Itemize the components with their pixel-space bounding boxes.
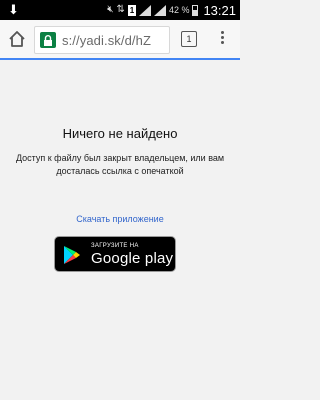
status-bar: ⬇ 🔇︎ ⇅ 1 42 % 13:21 [0, 0, 240, 20]
status-icons: 🔇︎ ⇅ 1 42 % 13:21 [107, 0, 236, 20]
download-app-link[interactable]: Скачать приложение [0, 214, 240, 224]
google-play-big-text: Google play [91, 250, 174, 267]
data-arrows-icon: ⇅ [116, 4, 125, 15]
google-play-small-text: ЗАГРУЗИТЕ НА [91, 243, 139, 249]
battery-percent: 42 % [168, 5, 190, 15]
battery-icon [192, 4, 199, 16]
google-play-badge[interactable]: ЗАГРУЗИТЕ НА Google play [54, 236, 176, 272]
signal-icon [138, 4, 151, 16]
browser-toolbar: s://yadi.sk/d/hZ 1 [0, 20, 240, 60]
overflow-menu-icon[interactable] [215, 29, 229, 51]
error-message: Доступ к файлу был закрыт владельцем, ил… [15, 153, 225, 176]
page-title: Ничего не найдено [62, 126, 178, 141]
url-text: s://yadi.sk/d/hZ [62, 32, 152, 48]
tab-switcher-button[interactable]: 1 [181, 31, 197, 47]
signal-2-icon [153, 4, 166, 16]
download-icon: ⬇ [8, 2, 19, 17]
sim-icon: 1 [127, 4, 136, 16]
mute-icon: 🔇︎ [107, 4, 114, 15]
lock-icon [40, 32, 56, 48]
home-icon[interactable] [6, 28, 28, 50]
clock: 13:21 [203, 2, 236, 18]
url-bar[interactable]: s://yadi.sk/d/hZ [34, 26, 170, 54]
google-play-icon [64, 246, 80, 264]
